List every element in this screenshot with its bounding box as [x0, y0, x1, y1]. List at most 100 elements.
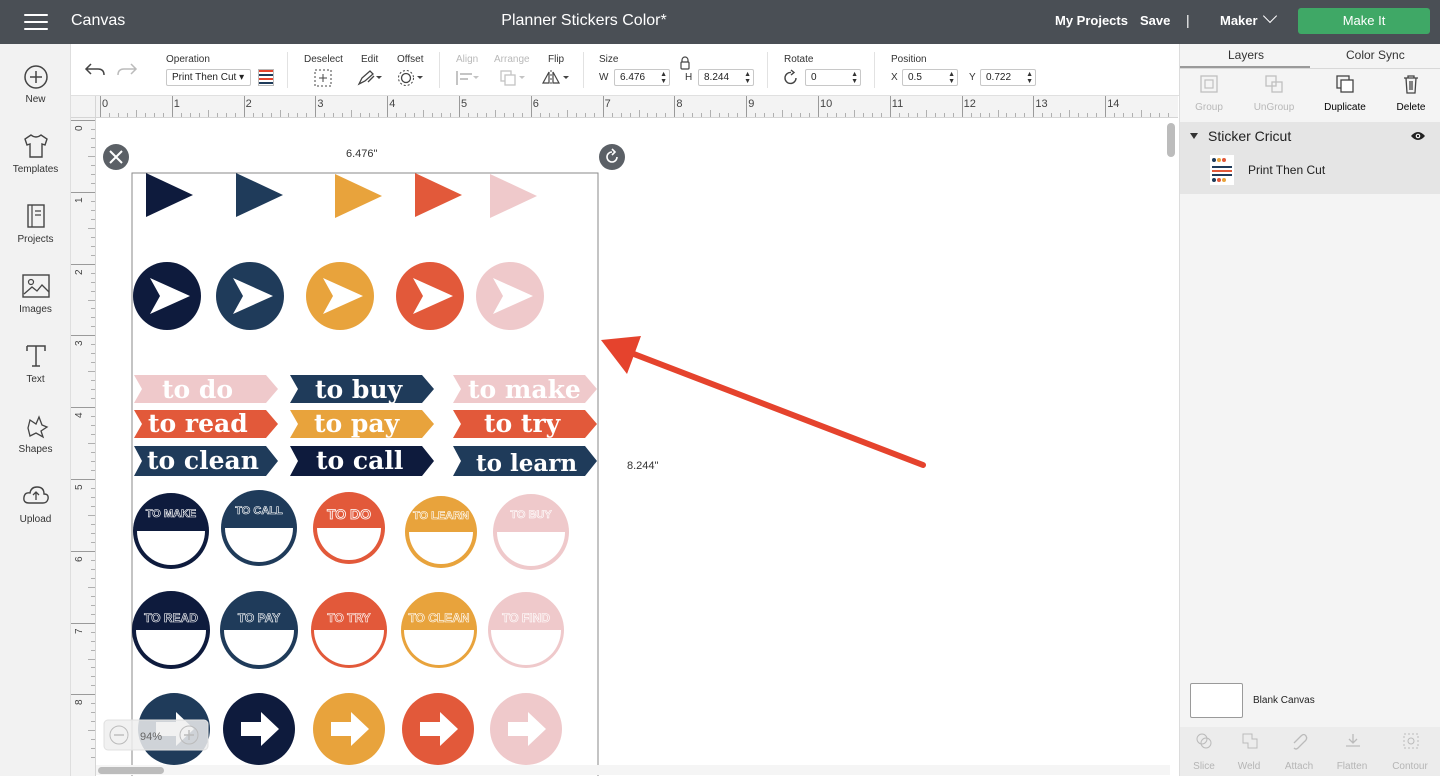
badge-row-1: TO MAKE TO CALL TO DO TO LEARN TO BUY — [133, 490, 569, 570]
zoom-control[interactable]: 94% — [103, 719, 209, 751]
ruler-top-tick — [100, 96, 101, 117]
ruler-left-label: 5 — [74, 484, 85, 490]
duplicate-button[interactable]: Duplicate — [1314, 73, 1376, 113]
chevron-down-icon[interactable] — [1262, 8, 1278, 24]
ruler-top-tick — [674, 96, 676, 117]
attach-icon — [1293, 733, 1308, 750]
delete-button[interactable]: Delete — [1380, 73, 1440, 113]
horizontal-scroll-thumb[interactable] — [98, 767, 164, 774]
ruler-top-minor-tick — [423, 110, 425, 117]
nav-upload[interactable]: Upload — [0, 482, 71, 525]
machine-selector[interactable]: Maker — [1220, 13, 1258, 28]
design-canvas[interactable]: 6.476" 8.244" to do to buy to make to re… — [96, 118, 1178, 776]
layer-item-label[interactable]: Print Then Cut — [1248, 163, 1325, 177]
x-value: 0.5 — [908, 72, 922, 83]
rotate-icon[interactable] — [782, 69, 800, 87]
ruler-top-tick — [387, 96, 389, 117]
deselect-label: Deselect — [304, 54, 343, 65]
contour-button[interactable]: Contour — [1386, 761, 1434, 772]
redo-icon[interactable] — [115, 60, 139, 80]
ruler-top-label: 6 — [532, 98, 539, 110]
plus-circle-icon — [23, 65, 48, 89]
ruler-left-minor-tick — [88, 730, 95, 732]
badge-to-call: TO CALL — [235, 505, 283, 517]
blank-canvas-label: Blank Canvas — [1253, 695, 1315, 706]
operation-select[interactable]: Print Then Cut ▾ — [166, 69, 251, 86]
notebook-icon — [26, 204, 45, 228]
height-input[interactable]: 8.244 ▲ ▼ — [698, 69, 754, 86]
bottom-tools: Slice Weld Attach Flatten Contour — [1180, 727, 1440, 776]
attach-button[interactable]: Attach — [1275, 761, 1323, 772]
rotate-input[interactable]: 0 ▲ ▼ — [805, 69, 861, 86]
layer-group-name[interactable]: Sticker Cricut — [1208, 128, 1291, 144]
ruler-top-label: 0 — [102, 98, 109, 110]
offset-icon[interactable] — [397, 69, 425, 87]
save-link[interactable]: Save — [1140, 13, 1170, 28]
undo-icon[interactable] — [83, 60, 107, 80]
ruler-left-tick — [71, 622, 95, 624]
ruler-top-minor-tick — [135, 110, 137, 117]
ruler-left-tick — [71, 191, 95, 193]
rotate-selection-handle[interactable] — [599, 144, 625, 170]
ruler-top-tick — [602, 96, 604, 117]
nav-images[interactable]: Images — [0, 272, 71, 315]
flatten-button[interactable]: Flatten — [1328, 761, 1376, 772]
lock-icon[interactable] — [679, 56, 691, 70]
ruler-left-tick — [71, 407, 95, 409]
duplicate-icon — [1336, 75, 1354, 93]
ruler-top-minor-tick — [279, 110, 281, 117]
ruler-top-tick — [171, 96, 173, 117]
badge-to-clean: TO CLEAN — [408, 611, 469, 625]
align-icon[interactable] — [455, 69, 481, 87]
eye-icon[interactable] — [1410, 130, 1426, 142]
edit-icon[interactable] — [356, 69, 382, 87]
tab-color-sync[interactable]: Color Sync — [1346, 48, 1405, 62]
layer-group[interactable]: Sticker Cricut Print Then Cut — [1180, 122, 1440, 194]
ungroup-label: UnGroup — [1253, 102, 1295, 113]
ruler-left-minor-tick — [88, 227, 95, 229]
nav-projects[interactable]: Projects — [0, 202, 71, 245]
nav-templates[interactable]: Templates — [0, 132, 71, 175]
ruler-top-label: 11 — [891, 98, 904, 110]
nav-text[interactable]: Text — [0, 342, 71, 385]
deselect-icon[interactable] — [314, 69, 332, 87]
ruler-top-tick — [746, 96, 748, 117]
delete-selection-handle[interactable] — [103, 144, 129, 170]
ruler-left-label: 1 — [74, 197, 85, 203]
ungroup-button[interactable]: UnGroup — [1243, 73, 1305, 113]
badge-to-make: TO MAKE — [146, 508, 197, 520]
circle-arrow-stickers — [133, 262, 544, 330]
collapse-triangle-icon[interactable] — [1190, 133, 1198, 139]
nav-templates-label: Templates — [12, 164, 59, 175]
group-button[interactable]: Group — [1178, 73, 1240, 113]
y-input[interactable]: 0.722 ▲ ▼ — [980, 69, 1036, 86]
weld-button[interactable]: Weld — [1225, 761, 1273, 772]
ruler-top-label: 10 — [820, 98, 833, 110]
ruler-left-minor-tick — [88, 371, 95, 373]
sticker-to-read: to read — [148, 409, 248, 438]
ruler-top-label: 8 — [676, 98, 683, 110]
nav-new[interactable]: New — [0, 64, 71, 105]
blank-canvas-swatch[interactable] — [1190, 683, 1243, 718]
nav-shapes[interactable]: Shapes — [0, 412, 71, 455]
ruler-top-minor-tick — [566, 110, 568, 117]
width-input[interactable]: 6.476 ▲ ▼ — [614, 69, 670, 86]
vertical-scroll-thumb[interactable] — [1167, 123, 1175, 157]
horizontal-scrollbar[interactable] — [96, 765, 1170, 775]
ruler-top-minor-tick — [710, 110, 712, 117]
tab-layers[interactable]: Layers — [1228, 48, 1264, 62]
ruler-top: 0 1 2 3 4 5 6 7 8 9 10 11 12 13 14 — [96, 96, 1178, 118]
panel-divider — [1180, 68, 1440, 69]
flip-icon[interactable] — [541, 69, 571, 87]
ruler-left-label: 4 — [74, 412, 85, 419]
slice-button[interactable]: Slice — [1180, 761, 1228, 772]
my-projects-link[interactable]: My Projects — [1055, 13, 1128, 28]
x-input[interactable]: 0.5 ▲ ▼ — [902, 69, 958, 86]
canvas-drawing[interactable]: 6.476" 8.244" to do to buy to make to re… — [96, 118, 1178, 776]
weld-icon — [1242, 733, 1258, 749]
ruler-top-minor-tick — [925, 110, 927, 117]
sticker-to-pay: to pay — [314, 409, 401, 438]
ruler-corner — [71, 96, 96, 118]
arrange-icon[interactable] — [499, 69, 527, 87]
make-it-button[interactable]: Make It — [1298, 8, 1430, 34]
